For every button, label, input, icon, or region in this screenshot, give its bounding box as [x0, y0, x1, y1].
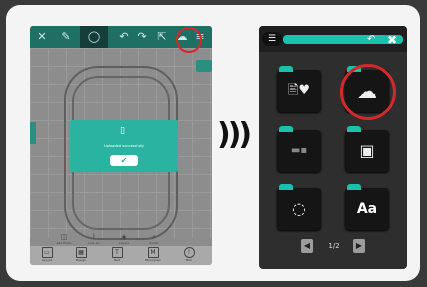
layers-tool[interactable]: ◈ Layers	[112, 233, 136, 246]
tab-misc[interactable]: ! Misc	[178, 247, 200, 262]
close-icon[interactable]: ✖	[387, 33, 399, 47]
favorite-file-tile[interactable]: 🖹♥	[277, 66, 321, 112]
misc-icon: !	[183, 247, 195, 258]
right-side-handle[interactable]	[196, 60, 212, 72]
pencil-icon[interactable]: ✎	[58, 29, 74, 45]
confirm-button[interactable]: ✔	[110, 155, 138, 166]
line-icon: ⌇	[92, 233, 96, 241]
layout-icon: ▭	[41, 247, 53, 258]
page-indicator: 1/2	[328, 242, 340, 250]
menu-toolbar: ☰ ↶ ✖	[259, 26, 407, 52]
text-tile-label: Aa	[356, 201, 378, 217]
monogram-icon: M	[147, 247, 159, 258]
menu-screen: ☰ ↶ ✖ 🖹♥ ☁ ▬▪ ▣ ◌ Aa ◀ 1/2 ▶	[259, 26, 407, 269]
next-page-button[interactable]: ▶	[353, 239, 365, 253]
export-icon[interactable]: ⇱	[154, 29, 170, 45]
highlight-circle-cloud	[176, 27, 202, 53]
redo-icon[interactable]: ↷	[134, 29, 150, 45]
design-icon: ▦	[75, 247, 87, 258]
text-icon: T	[111, 247, 123, 258]
menu-icon[interactable]: ☰	[262, 32, 282, 46]
dotted-circle-tile[interactable]: ◌	[277, 184, 321, 230]
wireless-signal-icon: )))	[217, 117, 252, 152]
bottom-tab-bar: ▭ Layout ▦ Design T Text M Monogram ! Misc	[30, 246, 212, 265]
prev-page-button[interactable]: ◀	[301, 239, 313, 253]
undo-icon[interactable]: ↶	[116, 29, 132, 45]
circle-icon[interactable]: ◯	[86, 29, 102, 45]
add-photo-tool[interactable]: ◫ Add Photo	[52, 233, 76, 246]
left-side-handle[interactable]	[30, 122, 36, 144]
dialog-message: Uploaded successfully	[104, 144, 144, 148]
upload-success-dialog: ▯ Uploaded successfully ✔	[70, 120, 178, 172]
photo-icon: ◫	[60, 233, 68, 241]
video-icon: ▬▪	[290, 145, 308, 156]
toolbar-accent-bar	[283, 35, 403, 44]
tab-design[interactable]: ▦ Design	[70, 247, 92, 262]
close-icon[interactable]: ✕	[34, 29, 50, 45]
image-tile[interactable]: ▣	[345, 126, 389, 172]
layers-icon: ◈	[121, 233, 127, 241]
undo-icon[interactable]: ↶	[367, 34, 379, 46]
video-tile[interactable]: ▬▪	[277, 126, 321, 172]
favorite-file-icon: 🖹♥	[287, 83, 311, 98]
editor-screen: ✕ ✎ ◯ ↶ ↷ ⇱ ☁ ≡ ▯ Uploaded successfully …	[30, 26, 212, 265]
file-icon: ▯	[120, 126, 125, 136]
tab-text[interactable]: T Text	[106, 247, 128, 262]
zoom-tool[interactable]: ⌕ Zoom	[142, 233, 166, 246]
zoom-icon: ⌕	[152, 233, 156, 241]
text-tile[interactable]: Aa	[345, 184, 389, 230]
dotted-circle-icon: ◌	[292, 199, 306, 218]
instruction-card: ✕ ✎ ◯ ↶ ↷ ⇱ ☁ ≡ ▯ Uploaded successfully …	[6, 5, 420, 281]
tab-layout[interactable]: ▭ Layout	[36, 247, 58, 262]
image-icon: ▣	[359, 141, 375, 160]
pager: ◀ 1/2 ▶	[299, 239, 369, 255]
highlight-circle-upload	[340, 64, 396, 120]
line-art-tool[interactable]: ⌇ Line art	[82, 233, 106, 246]
tab-monogram[interactable]: M Monogram	[142, 247, 164, 262]
